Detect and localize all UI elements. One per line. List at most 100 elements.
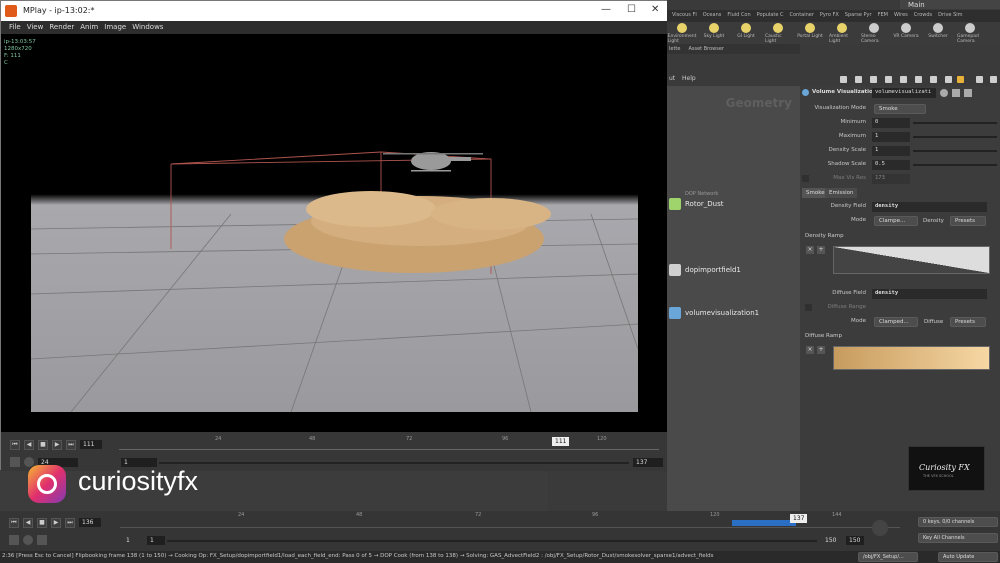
- mp-stop-button[interactable]: ■: [38, 440, 48, 450]
- mp-play-reverse-button[interactable]: ◀: [24, 440, 34, 450]
- node-volumevisualization[interactable]: volumevisualization1: [669, 307, 759, 319]
- end-frame-field[interactable]: 150: [822, 536, 839, 545]
- minimum-field[interactable]: 0: [872, 118, 910, 128]
- loop-icon[interactable]: [37, 535, 47, 545]
- max-vis-res-toggle[interactable]: [802, 175, 809, 182]
- tab-asset-browser[interactable]: Asset Browser: [688, 44, 724, 54]
- density-ramp-editor[interactable]: [833, 246, 990, 274]
- mp-range-end[interactable]: 137: [633, 458, 663, 467]
- shelf-tool[interactable]: VR Camera: [893, 22, 919, 44]
- shelf-tab[interactable]: Container: [787, 10, 815, 22]
- shelf-tab[interactable]: Drive Sim: [936, 10, 964, 22]
- shelf-tool[interactable]: Sky Light: [701, 22, 727, 44]
- mp-jump-start-button[interactable]: ⏮: [10, 440, 20, 450]
- shelf-tool[interactable]: GI Light: [733, 22, 759, 44]
- vis-mode-dropdown[interactable]: Smoke: [874, 104, 926, 114]
- mp-jump-end-button[interactable]: ⏭: [66, 440, 76, 450]
- toolbar-icons[interactable]: [800, 73, 1000, 86]
- density-presets-button[interactable]: Presets: [950, 216, 986, 226]
- shelf-tool[interactable]: Gamepad Camera: [957, 22, 983, 44]
- density-scale-field[interactable]: 1: [872, 146, 910, 156]
- current-frame-field[interactable]: 136: [79, 518, 101, 527]
- menu-anim[interactable]: Anim: [80, 21, 98, 34]
- diffuse-mode-dropdown[interactable]: Clamped...: [874, 317, 918, 327]
- menu-windows[interactable]: Windows: [132, 21, 163, 34]
- shelf-tab[interactable]: Oceans: [701, 10, 724, 22]
- network-editor[interactable]: Geometry Rotor_Dust DOP Network dopimpor…: [667, 86, 800, 511]
- gear-icon[interactable]: [940, 89, 948, 97]
- density-mode-dropdown[interactable]: Clampe...: [874, 216, 918, 226]
- shelf-tool[interactable]: Stereo Camera: [861, 22, 887, 44]
- auto-update-dropdown[interactable]: Auto Update: [938, 552, 998, 562]
- range-slider[interactable]: [167, 540, 817, 542]
- shelf-tab[interactable]: Sparse Pyr: [843, 10, 874, 22]
- end-frame-field-2[interactable]: 150: [846, 536, 864, 545]
- mp-play-button[interactable]: ▶: [52, 440, 62, 450]
- jump-end-button[interactable]: ⏭: [65, 518, 75, 528]
- maximize-icon[interactable]: ☐: [627, 4, 636, 15]
- maximum-slider[interactable]: [913, 136, 997, 138]
- mp-frame-field[interactable]: 111: [80, 440, 102, 449]
- shelf-tool[interactable]: Ambient Light: [829, 22, 855, 44]
- mplay-window[interactable]: MPlay - ip-13:02:* — ☐ ✕ File View Rende…: [0, 0, 667, 471]
- shelf-tool[interactable]: Portal Light: [797, 22, 823, 44]
- menu-layout[interactable]: ut: [669, 75, 675, 82]
- diffuse-ramp-editor[interactable]: [833, 346, 990, 370]
- ramp-add-button[interactable]: +: [817, 346, 825, 354]
- keys-channels-label[interactable]: 0 keys, 0/0 channels: [918, 517, 998, 527]
- diffuse-presets-button[interactable]: Presets: [950, 317, 986, 327]
- menu-help[interactable]: Help: [682, 75, 696, 82]
- tab-emission[interactable]: Emission: [825, 188, 858, 198]
- node-dopimportfield[interactable]: dopimportfield1: [669, 264, 741, 276]
- shelf-tab[interactable]: Wires: [892, 10, 910, 22]
- menu-image[interactable]: Image: [104, 21, 126, 34]
- menu-file[interactable]: File: [9, 21, 21, 34]
- shadow-scale-slider[interactable]: [913, 164, 997, 166]
- desktop-selector[interactable]: Main: [900, 0, 1000, 9]
- audio-icon[interactable]: [872, 520, 888, 536]
- shelf-tool[interactable]: Switcher: [925, 22, 951, 44]
- node-rotor-dust[interactable]: Rotor_Dust DOP Network: [669, 191, 723, 210]
- shelf-tab[interactable]: FEM: [876, 10, 890, 22]
- shelf-tab[interactable]: Crowds: [912, 10, 934, 22]
- shelf-tab[interactable]: Fluid Con: [725, 10, 752, 22]
- density-scale-slider[interactable]: [913, 150, 997, 152]
- max-vis-res-field[interactable]: 173: [872, 174, 910, 184]
- density-field-input[interactable]: density: [872, 202, 987, 212]
- maximum-field[interactable]: 1: [872, 132, 910, 142]
- diffuse-field-input[interactable]: density: [872, 289, 987, 299]
- timeline[interactable]: 24 48 72 96 120 144 137: [120, 512, 900, 528]
- mp-loop-icon[interactable]: [10, 457, 20, 467]
- play-reverse-button[interactable]: ◀: [23, 518, 33, 528]
- shelf-tab[interactable]: Populate C: [755, 10, 786, 22]
- shelf-tool[interactable]: Caustic Light: [765, 22, 791, 44]
- shadow-scale-field[interactable]: 0.5: [872, 160, 910, 170]
- mp-timeline[interactable]: 24 48 72 96 120 111: [119, 436, 659, 450]
- menu-view[interactable]: View: [27, 21, 44, 34]
- ramp-add-button[interactable]: +: [817, 246, 825, 254]
- shelf-tab[interactable]: Pyro FX: [818, 10, 841, 22]
- mp-timeline-marker[interactable]: 111: [552, 437, 570, 446]
- play-button[interactable]: ▶: [51, 518, 61, 528]
- info-icon[interactable]: [964, 89, 972, 97]
- jump-start-button[interactable]: ⏮: [9, 518, 19, 528]
- minimum-slider[interactable]: [913, 122, 997, 124]
- help-icon[interactable]: [952, 89, 960, 97]
- key-all-channels-button[interactable]: Key All Channels: [918, 533, 998, 543]
- tab-palette[interactable]: lette: [669, 44, 680, 54]
- start-frame-field[interactable]: 1: [123, 536, 133, 545]
- ramp-remove-button[interactable]: ×: [806, 246, 814, 254]
- close-icon[interactable]: ✕: [651, 4, 659, 15]
- scene-path[interactable]: /obj/FX_Setup/...: [858, 552, 918, 562]
- mplay-titlebar[interactable]: MPlay - ip-13:02:* — ☐ ✕: [1, 1, 667, 21]
- shelf-tab[interactable]: Viscous Fl: [670, 10, 699, 22]
- diffuse-range-toggle[interactable]: [805, 304, 812, 311]
- start-frame-field-2[interactable]: 1: [147, 536, 165, 545]
- timeline-marker[interactable]: 137: [790, 514, 808, 523]
- mp-range-slider[interactable]: [159, 462, 629, 464]
- realtime-toggle[interactable]: [9, 535, 19, 545]
- node-name-field[interactable]: volumevisualizati: [872, 88, 936, 98]
- shelf-tool[interactable]: Environment Light: [668, 22, 696, 44]
- sound-icon[interactable]: [23, 535, 33, 545]
- minimize-icon[interactable]: —: [601, 4, 611, 15]
